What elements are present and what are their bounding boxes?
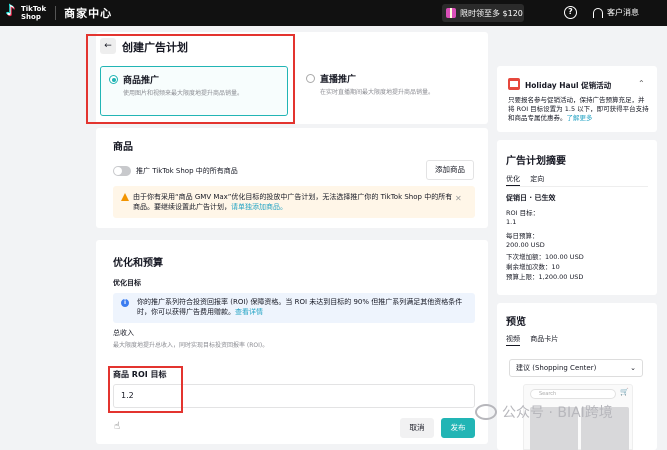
tab-product-card[interactable]: 商品卡片 xyxy=(530,335,558,343)
divider xyxy=(506,186,648,187)
radio-unselected-icon[interactable] xyxy=(306,74,315,83)
summary-status: 促销日 · 已生效 xyxy=(506,194,556,202)
tab-optimization[interactable]: 优化 xyxy=(506,175,520,186)
warning-icon xyxy=(121,193,129,201)
logo-line-2: Shop xyxy=(21,13,41,21)
total-revenue-desc: 最大限度地提升总收入，同时实现目标投资回报率 (ROI)。 xyxy=(113,342,269,349)
wechat-icon xyxy=(475,404,497,420)
learn-more-link[interactable]: 了解更多 xyxy=(567,114,593,122)
publish-button[interactable]: 发布 xyxy=(441,418,475,438)
preview-search-bar: Search xyxy=(530,389,616,399)
tab-targeting[interactable]: 定向 xyxy=(530,175,544,183)
pointer-hand-icon: ☝ xyxy=(114,421,121,432)
divider xyxy=(55,6,57,20)
summary-remaining-increases: 剩余增加次数：10 xyxy=(506,263,560,271)
info-icon: i xyxy=(121,299,129,307)
close-icon[interactable]: ✕ xyxy=(455,194,462,203)
promote-all-label: 推广 TikTok Shop 中的所有商品 xyxy=(136,167,238,175)
app-title: 商家中心 xyxy=(64,7,113,20)
logo-line-1: TikTok xyxy=(21,5,47,13)
view-details-link[interactable]: 查看详情 xyxy=(235,308,263,316)
summary-budget-cap: 预算上限：1,200.00 USD xyxy=(506,273,584,281)
optimization-heading: 优化和预算 xyxy=(113,258,163,269)
placement-select-value: 建议 (Shopping Center) xyxy=(516,364,597,372)
holiday-desc: 只要报名参与促销活动，保持广告预算充足，并将 ROI 目标设置为 1.5 以下，… xyxy=(508,96,650,123)
option-title: 直播推广 xyxy=(320,75,357,85)
add-products-link[interactable]: 请单独添加商品。 xyxy=(231,203,287,211)
customer-messages-button[interactable]: 客户消息 xyxy=(593,7,639,18)
summary-roi-label: ROI 目标： xyxy=(506,209,540,217)
info-text: 你的推广系列符合投资回报率 (ROI) 保障资格。当 ROI 未达到目标的 90… xyxy=(137,298,463,316)
summary-budget-label: 每日预算： xyxy=(506,232,539,240)
option-desc: 在实时直播期间最大限度地提升商品销量。 xyxy=(320,89,435,96)
preview-search-placeholder: Search xyxy=(539,391,557,397)
summary-tabs: 优化 定向 xyxy=(506,174,544,186)
highlight-campaign-type xyxy=(86,34,295,124)
roi-info-banner: i 你的推广系列符合投资回报率 (ROI) 保障资格。当 ROI 未达到目标的 … xyxy=(113,293,475,323)
cart-icon: 🛒 xyxy=(620,388,629,396)
summary-budget-value: 200.00 USD xyxy=(506,241,545,249)
promo-button[interactable]: 限时领至多 $120 xyxy=(442,4,524,22)
placement-select[interactable]: 建议 (Shopping Center) ⌄ xyxy=(509,359,643,377)
gift-icon xyxy=(446,8,456,18)
chevron-up-icon[interactable]: ⌃ xyxy=(638,79,645,88)
warning-banner: 由于你有采用“商品 GMV Max”优化目标的投放中广告计划，无法选择推广你的 … xyxy=(113,186,475,218)
help-icon[interactable]: ? xyxy=(564,6,577,19)
promote-all-toggle[interactable] xyxy=(113,166,131,176)
holiday-title: Holiday Haul 促销活动 xyxy=(525,81,612,90)
tiktok-shop-logo[interactable]: TikTok Shop xyxy=(0,0,46,26)
optimization-goal-label: 优化目标 xyxy=(113,279,141,287)
warning-text: 由于你有采用“商品 GMV Max”优化目标的投放中广告计划，无法选择推广你的 … xyxy=(133,193,453,211)
tab-video[interactable]: 视频 xyxy=(506,335,520,346)
preview-tabs: 视频 商品卡片 xyxy=(506,334,558,346)
add-products-button[interactable]: 添加商品 xyxy=(426,160,474,180)
summary-heading: 广告计划摘要 xyxy=(506,156,566,167)
summary-next-increase: 下次增加额：100.00 USD xyxy=(506,253,584,261)
chevron-down-icon: ⌄ xyxy=(630,364,636,372)
customer-messages-label: 客户消息 xyxy=(607,8,639,17)
headset-icon xyxy=(593,7,603,18)
total-revenue-label: 总收入 xyxy=(113,329,134,337)
watermark-text: 公众号 · BIAI跨境 xyxy=(502,405,613,421)
summary-roi-value: 1.1 xyxy=(506,218,517,226)
preview-heading: 预览 xyxy=(506,317,526,328)
products-heading: 商品 xyxy=(113,142,133,153)
calendar-icon xyxy=(508,78,520,90)
highlight-roi-target xyxy=(108,366,183,413)
promo-label: 限时领至多 $120 xyxy=(460,8,523,18)
tiktok-note-icon xyxy=(6,3,18,20)
cancel-button[interactable]: 取消 xyxy=(400,418,434,438)
option-live-promotion[interactable]: 直播推广 在实时直播期间最大限度地提升商品销量。 xyxy=(298,66,484,116)
top-navigation-bar: TikTok Shop 商家中心 限时领至多 $120 ? 客户消息 xyxy=(0,0,667,26)
watermark: 公众号 · BIAI跨境 xyxy=(475,402,613,422)
